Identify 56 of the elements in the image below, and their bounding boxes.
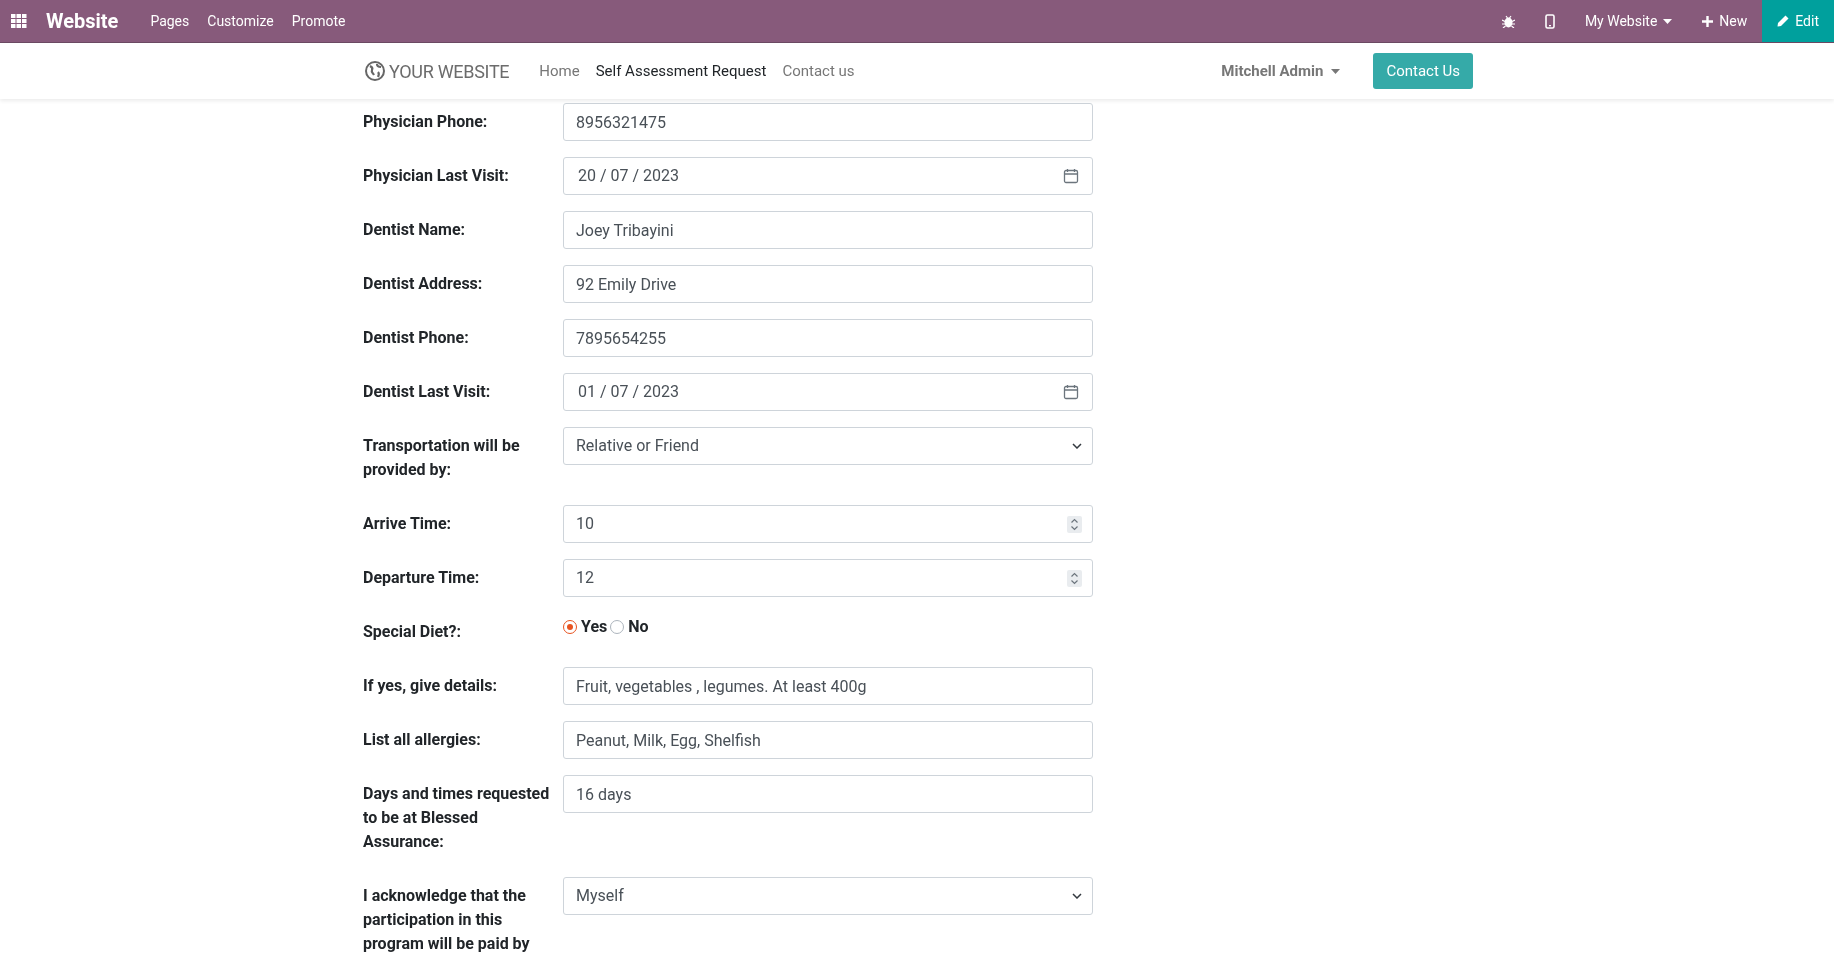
- field-label: Arrive Time:: [363, 513, 453, 535]
- mobile-icon[interactable]: [1544, 13, 1555, 29]
- field-label: Physician Last Visit:: [363, 165, 510, 187]
- field-label: Days and times requested to be at Blessed Assurance:: [363, 783, 551, 853]
- radio-label: No: [628, 616, 649, 638]
- date-field[interactable]: 20 / 07 / 2023: [563, 157, 1093, 195]
- site-logo[interactable]: YOUR WEBSITE: [389, 57, 510, 85]
- chevron-down-icon: [1072, 443, 1082, 449]
- spinner-icon: [1067, 515, 1082, 533]
- menu-item[interactable]: Customize: [207, 10, 274, 32]
- bug-icon[interactable]: [1501, 14, 1515, 28]
- input-field[interactable]: 7895654255: [563, 319, 1093, 357]
- menu-item[interactable]: Pages: [150, 10, 190, 32]
- field-label: I acknowledge that the participation in this program will be paid by: [363, 885, 531, 955]
- pencil-icon: [1777, 15, 1790, 27]
- input-field[interactable]: Peanut, Milk, Egg, Shelfish: [563, 721, 1093, 759]
- apps-grid-icon[interactable]: [11, 14, 27, 28]
- app-title: Website: [46, 8, 119, 35]
- field-label: Dentist Last Visit:: [363, 381, 492, 403]
- field-label: Transportation will be provided by:: [363, 435, 521, 481]
- caret-icon: [1663, 18, 1673, 24]
- input-field[interactable]: Joey Tribayini: [563, 211, 1093, 249]
- number-field[interactable]: 10: [563, 505, 1093, 543]
- menu-item[interactable]: Promote: [291, 10, 346, 32]
- nav-link[interactable]: Self Assessment Request: [595, 59, 767, 83]
- field-label: Dentist Address:: [363, 273, 484, 295]
- input-field[interactable]: Fruit, vegetables , legumes. At least 400g: [563, 667, 1093, 705]
- user-menu[interactable]: Mitchell Admin: [1221, 59, 1341, 83]
- chevron-down-icon: [1072, 893, 1082, 899]
- field-label: Special Diet?:: [363, 621, 462, 643]
- plus-icon: [1702, 15, 1714, 27]
- field-label: If yes, give details:: [363, 675, 498, 697]
- globe-icon[interactable]: [365, 61, 385, 81]
- radio-button[interactable]: [610, 620, 625, 634]
- field-label: Departure Time:: [363, 567, 481, 589]
- field-label: Dentist Phone:: [363, 327, 470, 349]
- radio-button[interactable]: [563, 620, 577, 634]
- number-field[interactable]: 12: [563, 559, 1093, 597]
- field-label: Physician Phone:: [363, 111, 489, 133]
- input-field[interactable]: 16 days: [563, 775, 1093, 813]
- input-field[interactable]: 8956321475: [563, 103, 1093, 141]
- input-field[interactable]: 92 Emily Drive: [563, 265, 1093, 303]
- field-label: List all allergies:: [363, 729, 482, 751]
- site-switcher[interactable]: My Website: [1584, 10, 1673, 32]
- calendar-icon: [1063, 168, 1079, 184]
- caret-icon: [1331, 68, 1341, 74]
- calendar-icon: [1063, 384, 1079, 400]
- select-field[interactable]: Relative or Friend: [563, 427, 1093, 465]
- new-button[interactable]: New: [1702, 10, 1748, 32]
- date-field[interactable]: 01 / 07 / 2023: [563, 373, 1093, 411]
- spinner-icon: [1067, 569, 1082, 587]
- nav-link[interactable]: Home: [539, 59, 580, 83]
- radio-label: Yes: [581, 616, 608, 638]
- nav-link[interactable]: Contact us: [782, 59, 855, 83]
- select-field[interactable]: Myself: [563, 877, 1093, 915]
- field-label: Dentist Name:: [363, 219, 467, 241]
